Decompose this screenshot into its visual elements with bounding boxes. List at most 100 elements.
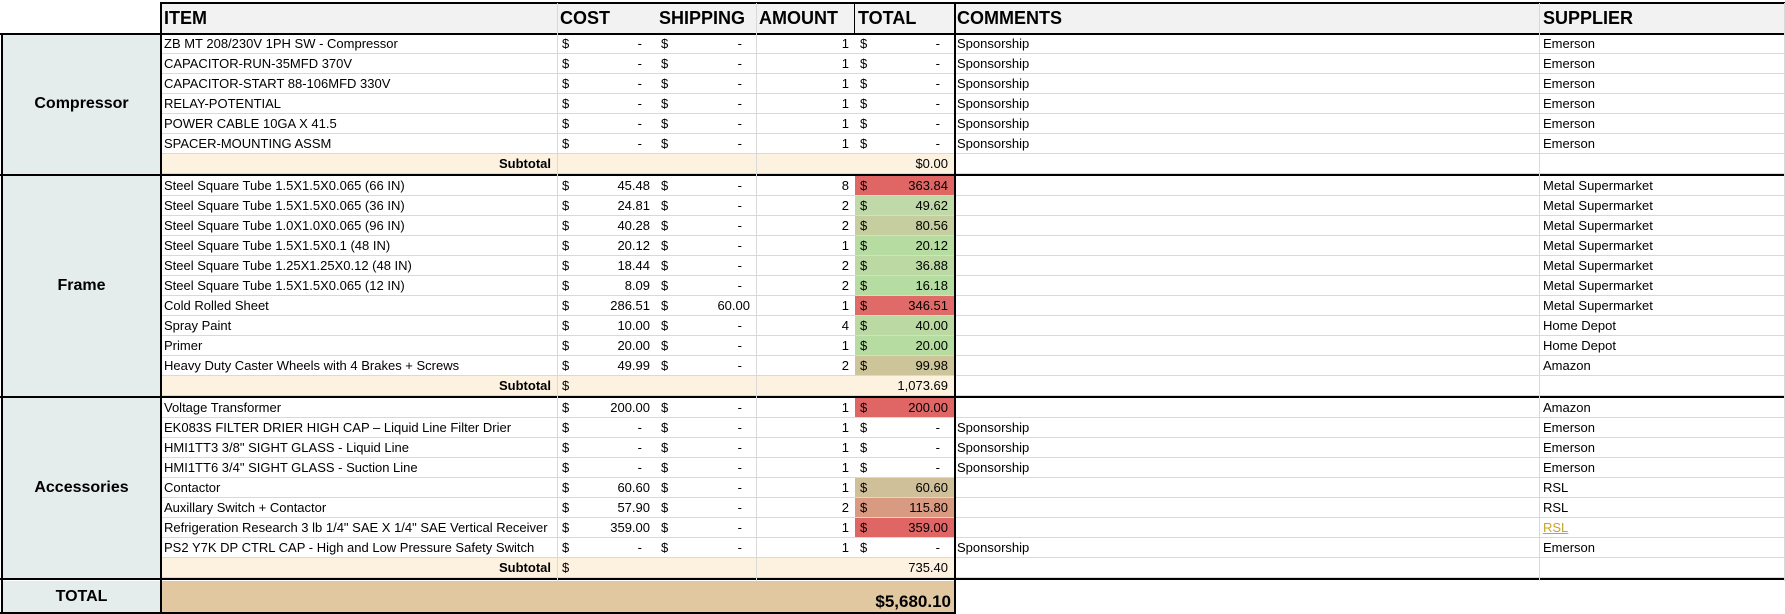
comments-cell[interactable]: Sponsorship <box>954 54 1540 74</box>
amount-cell[interactable]: 1 <box>756 478 855 498</box>
supplier-cell[interactable]: Emerson <box>1540 538 1785 558</box>
item-cell[interactable]: Steel Square Tube 1.5X1.5X0.065 (36 IN) <box>161 196 557 216</box>
header-item[interactable]: ITEM <box>161 3 557 33</box>
total-cell[interactable]: 20.12 <box>872 236 954 256</box>
supplier-cell[interactable]: Metal Supermarket <box>1540 196 1785 216</box>
supplier-cell[interactable]: Emerson <box>1540 54 1785 74</box>
comments-cell[interactable]: Sponsorship <box>954 538 1540 558</box>
supplier-cell[interactable]: RSL <box>1540 478 1785 498</box>
cost-cell[interactable]: 20.12 <box>575 236 656 256</box>
shipping-cell[interactable]: - <box>670 518 756 538</box>
cost-cell[interactable]: 45.48 <box>575 176 656 196</box>
amount-cell[interactable]: 8 <box>756 176 855 196</box>
comments-cell[interactable]: Sponsorship <box>954 74 1540 94</box>
item-cell[interactable]: Contactor <box>161 478 557 498</box>
item-cell[interactable]: Heavy Duty Caster Wheels with 4 Brakes +… <box>161 356 557 376</box>
cost-cell[interactable]: 60.60 <box>575 478 656 498</box>
item-cell[interactable]: HMI1TT6 3/4" SIGHT GLASS - Suction Line <box>161 458 557 478</box>
item-cell[interactable]: RELAY-POTENTIAL <box>161 94 557 114</box>
item-cell[interactable]: Spray Paint <box>161 316 557 336</box>
cost-cell[interactable]: - <box>575 418 656 438</box>
supplier-cell[interactable]: Metal Supermarket <box>1540 256 1785 276</box>
item-cell[interactable]: Refrigeration Research 3 lb 1/4" SAE X 1… <box>161 518 557 538</box>
amount-cell[interactable]: 1 <box>756 74 855 94</box>
amount-cell[interactable]: 2 <box>756 356 855 376</box>
shipping-cell[interactable]: - <box>670 114 756 134</box>
item-cell[interactable]: Cold Rolled Sheet <box>161 296 557 316</box>
total-cell[interactable]: 49.62 <box>872 196 954 216</box>
amount-cell[interactable]: 1 <box>756 134 855 154</box>
supplier-cell[interactable]: Emerson <box>1540 438 1785 458</box>
amount-cell[interactable]: 1 <box>756 458 855 478</box>
shipping-cell[interactable]: - <box>670 236 756 256</box>
cost-cell[interactable]: - <box>575 114 656 134</box>
comments-cell[interactable] <box>954 236 1540 256</box>
supplier-cell[interactable]: Emerson <box>1540 114 1785 134</box>
supplier-cell[interactable]: Home Depot <box>1540 316 1785 336</box>
cost-cell[interactable]: 359.00 <box>575 518 656 538</box>
cost-cell[interactable]: - <box>575 458 656 478</box>
supplier-cell[interactable]: Emerson <box>1540 418 1785 438</box>
shipping-cell[interactable]: - <box>670 196 756 216</box>
comments-cell[interactable] <box>954 336 1540 356</box>
cost-cell[interactable]: 200.00 <box>575 398 656 418</box>
item-cell[interactable]: Steel Square Tube 1.5X1.5X0.1 (48 IN) <box>161 236 557 256</box>
shipping-cell[interactable]: - <box>670 54 756 74</box>
total-cell[interactable]: - <box>872 438 954 458</box>
shipping-cell[interactable]: - <box>670 498 756 518</box>
comments-cell[interactable]: Sponsorship <box>954 114 1540 134</box>
supplier-cell[interactable]: Metal Supermarket <box>1540 236 1785 256</box>
item-cell[interactable]: HMI1TT3 3/8" SIGHT GLASS - Liquid Line <box>161 438 557 458</box>
shipping-cell[interactable]: - <box>670 176 756 196</box>
shipping-cell[interactable]: - <box>670 94 756 114</box>
cost-cell[interactable]: 49.99 <box>575 356 656 376</box>
shipping-cell[interactable]: 60.00 <box>670 296 756 316</box>
cost-cell[interactable]: - <box>575 134 656 154</box>
item-cell[interactable]: ZB MT 208/230V 1PH SW - Compressor <box>161 34 557 54</box>
cost-cell[interactable]: 18.44 <box>575 256 656 276</box>
comments-cell[interactable]: Sponsorship <box>954 458 1540 478</box>
total-cell[interactable]: 80.56 <box>872 216 954 236</box>
total-cell[interactable]: - <box>872 418 954 438</box>
comments-cell[interactable] <box>954 256 1540 276</box>
comments-cell[interactable]: Sponsorship <box>954 418 1540 438</box>
amount-cell[interactable]: 2 <box>756 216 855 236</box>
total-cell[interactable]: - <box>872 458 954 478</box>
total-cell[interactable]: 40.00 <box>872 316 954 336</box>
total-cell[interactable]: 16.18 <box>872 276 954 296</box>
comments-cell[interactable] <box>954 176 1540 196</box>
amount-cell[interactable]: 1 <box>756 518 855 538</box>
amount-cell[interactable]: 1 <box>756 336 855 356</box>
item-cell[interactable]: Steel Square Tube 1.5X1.5X0.065 (12 IN) <box>161 276 557 296</box>
shipping-cell[interactable]: - <box>670 356 756 376</box>
comments-cell[interactable] <box>954 518 1540 538</box>
shipping-cell[interactable]: - <box>670 134 756 154</box>
supplier-cell[interactable]: Amazon <box>1540 398 1785 418</box>
cost-cell[interactable]: 10.00 <box>575 316 656 336</box>
comments-cell[interactable]: Sponsorship <box>954 134 1540 154</box>
amount-cell[interactable]: 2 <box>756 276 855 296</box>
shipping-cell[interactable]: - <box>670 438 756 458</box>
shipping-cell[interactable]: - <box>670 478 756 498</box>
item-cell[interactable]: CAPACITOR-RUN-35MFD 370V <box>161 54 557 74</box>
total-cell[interactable]: 60.60 <box>872 478 954 498</box>
total-cell[interactable]: 359.00 <box>872 518 954 538</box>
cost-cell[interactable]: 286.51 <box>575 296 656 316</box>
total-cell[interactable]: 99.98 <box>872 356 954 376</box>
amount-cell[interactable]: 1 <box>756 438 855 458</box>
supplier-cell[interactable]: Metal Supermarket <box>1540 216 1785 236</box>
shipping-cell[interactable]: - <box>670 216 756 236</box>
cost-cell[interactable]: 24.81 <box>575 196 656 216</box>
comments-cell[interactable]: Sponsorship <box>954 34 1540 54</box>
cost-cell[interactable]: - <box>575 94 656 114</box>
total-cell[interactable]: 36.88 <box>872 256 954 276</box>
supplier-cell[interactable]: Metal Supermarket <box>1540 176 1785 196</box>
comments-cell[interactable] <box>954 398 1540 418</box>
comments-cell[interactable] <box>954 216 1540 236</box>
shipping-cell[interactable]: - <box>670 276 756 296</box>
cost-cell[interactable]: 20.00 <box>575 336 656 356</box>
cost-cell[interactable]: - <box>575 438 656 458</box>
amount-cell[interactable]: 1 <box>756 94 855 114</box>
supplier-cell[interactable]: Metal Supermarket <box>1540 296 1785 316</box>
item-cell[interactable]: CAPACITOR-START 88-106MFD 330V <box>161 74 557 94</box>
